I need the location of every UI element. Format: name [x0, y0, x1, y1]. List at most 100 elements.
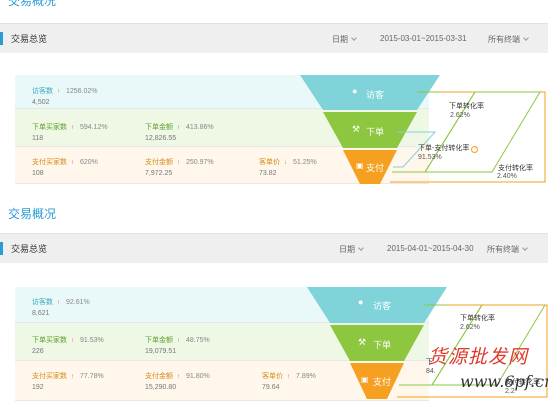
stat-pct: 250.97% — [186, 159, 214, 166]
stat-value: 15,290.80 — [145, 384, 177, 391]
panel-header: 交易总览 日期 2015-03-01~2015-03-31 所有终端 — [0, 23, 548, 53]
card-icon: ▣ — [356, 161, 364, 170]
funnel-order-label: 下单 — [366, 127, 385, 137]
stat-label: 下单金额 — [145, 337, 173, 344]
stat-label: 客单价 — [259, 159, 280, 166]
watermark-url: www.6pf.cn — [460, 372, 548, 391]
date-dropdown[interactable]: 日期 — [332, 34, 357, 45]
stat-order-amount: 下单金额 ↑ 48.75% 19,079.51 — [145, 335, 210, 355]
accent-bar — [0, 32, 3, 45]
stat-label: 支付买家数 — [32, 373, 67, 380]
stat-pct: 91.53% — [80, 337, 104, 344]
order-rate-value: 2.62% — [460, 324, 480, 331]
pay-rate-value: 2.40% — [497, 173, 517, 180]
stat-value: 108 — [32, 170, 44, 177]
panel-title: 交易总览 — [11, 244, 48, 254]
arrow-up-icon: ↑ — [57, 300, 60, 306]
stat-label: 支付金额 — [145, 159, 173, 166]
stat-pct: 48.75% — [186, 337, 210, 344]
date-label: 日期 — [332, 35, 348, 44]
order-pay-rate-value: 91.53% — [418, 154, 442, 161]
funnel-pay-label: 支付 — [373, 377, 392, 387]
stat-label: 访客数 — [32, 88, 53, 95]
accent-bar — [0, 242, 3, 255]
stat-pct: 91.80% — [186, 373, 210, 380]
stat-pay-amount: 支付金额 ↑ 91.80% 15,290.80 — [145, 371, 210, 391]
funnel-visitor-label: 访客 — [366, 90, 385, 100]
date-dropdown[interactable]: 日期 — [339, 244, 364, 255]
arrow-up-icon: ↑ — [177, 125, 180, 131]
funnel-order-label: 下单 — [373, 340, 392, 350]
stat-pct: 620% — [80, 159, 98, 166]
chevron-down-icon — [522, 245, 528, 251]
stat-pct: 92.61% — [66, 299, 90, 306]
hammer-icon: ⚒ — [352, 124, 361, 134]
stat-visitors: 访客数 ↑ 1256.02% 4,502 — [32, 86, 98, 106]
stat-label: 访客数 — [32, 299, 53, 306]
stat-label: 下单金额 — [145, 124, 173, 131]
terminal-dropdown[interactable]: 所有终端 — [488, 34, 529, 45]
stat-pct: 77.78% — [80, 373, 104, 380]
arrow-up-icon: ↑ — [71, 374, 74, 380]
help-icon[interactable]: ? — [471, 146, 479, 153]
page-title: 交易概况 — [8, 207, 57, 221]
stat-label: 支付金额 — [145, 373, 173, 380]
stat-order-buyers: 下单买家数 ↑ 91.53% 226 — [32, 335, 104, 355]
order-rate-label: 下单转化率 — [449, 103, 484, 110]
stat-order-amount: 下单金额 ↑ 413.86% 12,826.55 — [145, 122, 214, 142]
arrow-up-icon: ↑ — [177, 338, 180, 344]
order-pay-rate-value: 84. — [426, 368, 436, 375]
date-range-picker[interactable]: 2015-04-01~2015-04-30 — [387, 244, 474, 253]
watermark-text: 货源批发网 — [428, 346, 529, 368]
stat-pay-buyers: 支付买家数 ↑ 620% 108 — [32, 157, 98, 177]
stat-order-buyers: 下单买家数 ↑ 594.12% 118 — [32, 122, 108, 142]
stat-value: 192 — [32, 384, 44, 391]
stat-value: 4,502 — [32, 99, 50, 106]
order-rate-value: 2.62% — [450, 112, 470, 119]
funnel-pay-label: 支付 — [366, 163, 385, 173]
order-rate-label: 下单转化率 — [460, 315, 495, 322]
date-range: 2015-03-01~2015-03-31 — [380, 34, 467, 43]
panel-header: 交易总览 日期 2015-04-01~2015-04-30 所有终端 — [0, 233, 548, 263]
arrow-up-icon: ↑ — [177, 374, 180, 380]
pay-rate-label: 支付转化率 — [498, 165, 533, 172]
arrow-up-icon: ↑ — [71, 338, 74, 344]
arrow-up-icon: ↑ — [71, 125, 74, 131]
funnel-visitor-label: 访客 — [373, 301, 392, 311]
terminal-dropdown[interactable]: 所有终端 — [487, 244, 528, 255]
date-range-picker[interactable]: 2015-03-01~2015-03-31 — [380, 34, 467, 43]
chevron-down-icon — [523, 35, 529, 41]
stat-pct: 594.12% — [80, 124, 108, 131]
stat-value: 12,826.55 — [145, 135, 177, 142]
arrow-up-icon: ↑ — [71, 160, 74, 166]
arrow-down-icon: ↓ — [284, 160, 287, 166]
hammer-icon: ⚒ — [358, 337, 367, 347]
stat-visitors: 访客数 ↑ 92.61% 8,621 — [32, 297, 90, 317]
stat-value: 8,621 — [32, 310, 50, 317]
date-range: 2015-04-01~2015-04-30 — [387, 244, 474, 253]
stat-pct: 1256.02% — [66, 88, 98, 95]
stat-value: 7,972.25 — [145, 170, 173, 177]
chevron-down-icon — [351, 35, 357, 41]
terminal-label: 所有终端 — [487, 245, 519, 254]
order-pay-rate-label: 下单-支付转化率? — [418, 143, 479, 153]
stat-label: 支付买家数 — [32, 159, 67, 166]
user-icon: ● — [358, 297, 364, 307]
card-icon: ▣ — [361, 375, 369, 384]
page-title: 交易概况 — [8, 0, 57, 8]
stat-value: 118 — [32, 135, 44, 142]
stat-label: 下单买家数 — [32, 124, 67, 131]
stat-pct: 413.86% — [186, 124, 214, 131]
stat-pay-buyers: 支付买家数 ↑ 77.78% 192 — [32, 371, 104, 391]
arrow-up-icon: ↑ — [177, 160, 180, 166]
stat-value: 226 — [32, 348, 44, 355]
arrow-up-icon: ↑ — [57, 89, 60, 95]
terminal-label: 所有终端 — [488, 35, 520, 44]
date-label: 日期 — [339, 245, 355, 254]
user-icon: ● — [352, 86, 358, 96]
stat-label: 客单价 — [262, 373, 283, 380]
stat-value: 19,079.51 — [145, 348, 177, 355]
panel-title: 交易总览 — [11, 34, 48, 44]
stat-label: 下单买家数 — [32, 337, 67, 344]
chevron-down-icon — [358, 245, 364, 251]
